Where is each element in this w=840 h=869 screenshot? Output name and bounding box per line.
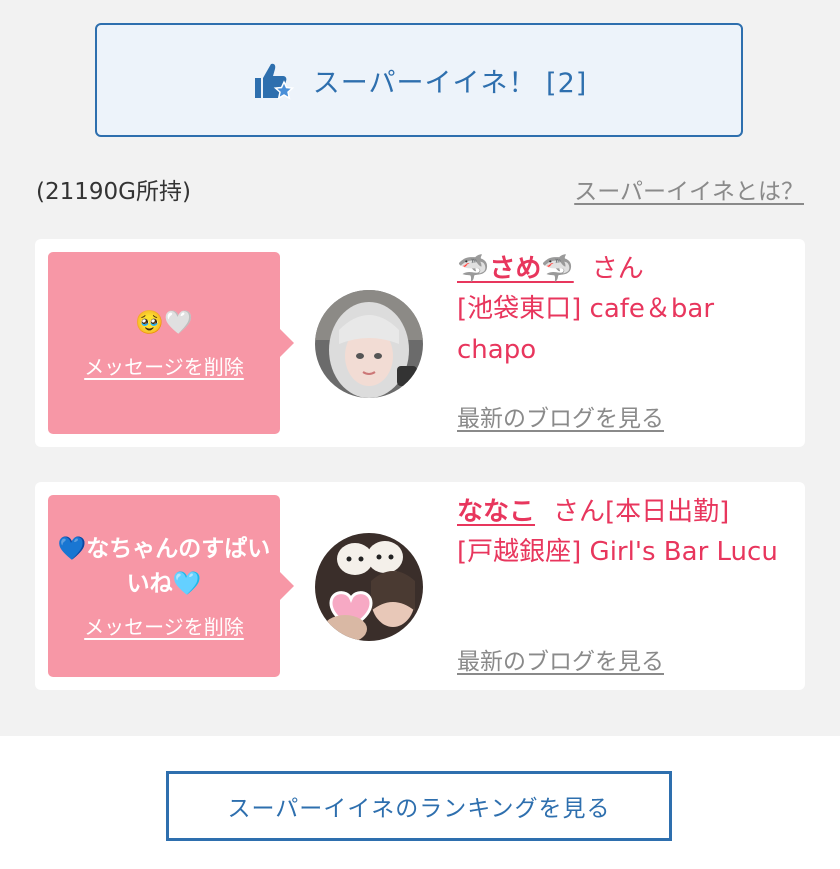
about-super-like-link[interactable]: スーパーイイネとは？ bbox=[574, 172, 804, 206]
cast-info: ななこ さん[本日出勤] [戸越銀座] Girl's Bar Lucu bbox=[457, 492, 795, 573]
ranking-button[interactable]: スーパーイイネのランキングを見る bbox=[166, 771, 672, 841]
message-bubble: 🥹🤍 メッセージを削除 bbox=[48, 252, 294, 434]
delete-message-link[interactable]: メッセージを削除 bbox=[84, 611, 244, 640]
cast-name[interactable]: ななこ bbox=[457, 497, 535, 527]
super-like-button[interactable]: スーパーイイネ！ [2] bbox=[95, 23, 743, 137]
cast-suffix: さん[本日出勤] bbox=[553, 497, 730, 527]
avatar[interactable] bbox=[315, 290, 423, 398]
avatar[interactable] bbox=[315, 533, 423, 641]
super-like-card: 💙なちゃんのすぱいいね🩵 メッセージを削除 ななこ さん[本日出勤] [戸越銀座]… bbox=[35, 482, 805, 690]
latest-blog-link[interactable]: 最新のブログを見る bbox=[457, 399, 664, 433]
message-text: 🥹🤍 bbox=[135, 310, 193, 337]
gold-balance: (21190G所持) bbox=[36, 179, 191, 205]
super-like-label: スーパーイイネ！ [2] bbox=[312, 67, 588, 99]
cast-info: 🦈さめ🦈 さん [池袋東口] cafe＆bar chapo bbox=[457, 249, 795, 370]
cast-suffix: さん bbox=[591, 254, 644, 284]
latest-blog-link[interactable]: 最新のブログを見る bbox=[457, 642, 664, 676]
super-like-card: 🥹🤍 メッセージを削除 🦈さめ🦈 さん [池袋東口] cafe＆bar chapo… bbox=[35, 239, 805, 447]
shop-name[interactable]: [戸越銀座] Girl's Bar Lucu bbox=[457, 537, 778, 567]
message-bubble: 💙なちゃんのすぱいいね🩵 メッセージを削除 bbox=[48, 495, 294, 677]
thumbs-up-star-icon bbox=[251, 58, 295, 102]
cast-name[interactable]: 🦈さめ🦈 bbox=[457, 254, 574, 284]
message-text: 💙なちゃんのすぱいいね🩵 bbox=[57, 536, 271, 597]
delete-message-link[interactable]: メッセージを削除 bbox=[84, 351, 244, 380]
shop-name[interactable]: [池袋東口] cafe＆bar chapo bbox=[457, 294, 714, 364]
